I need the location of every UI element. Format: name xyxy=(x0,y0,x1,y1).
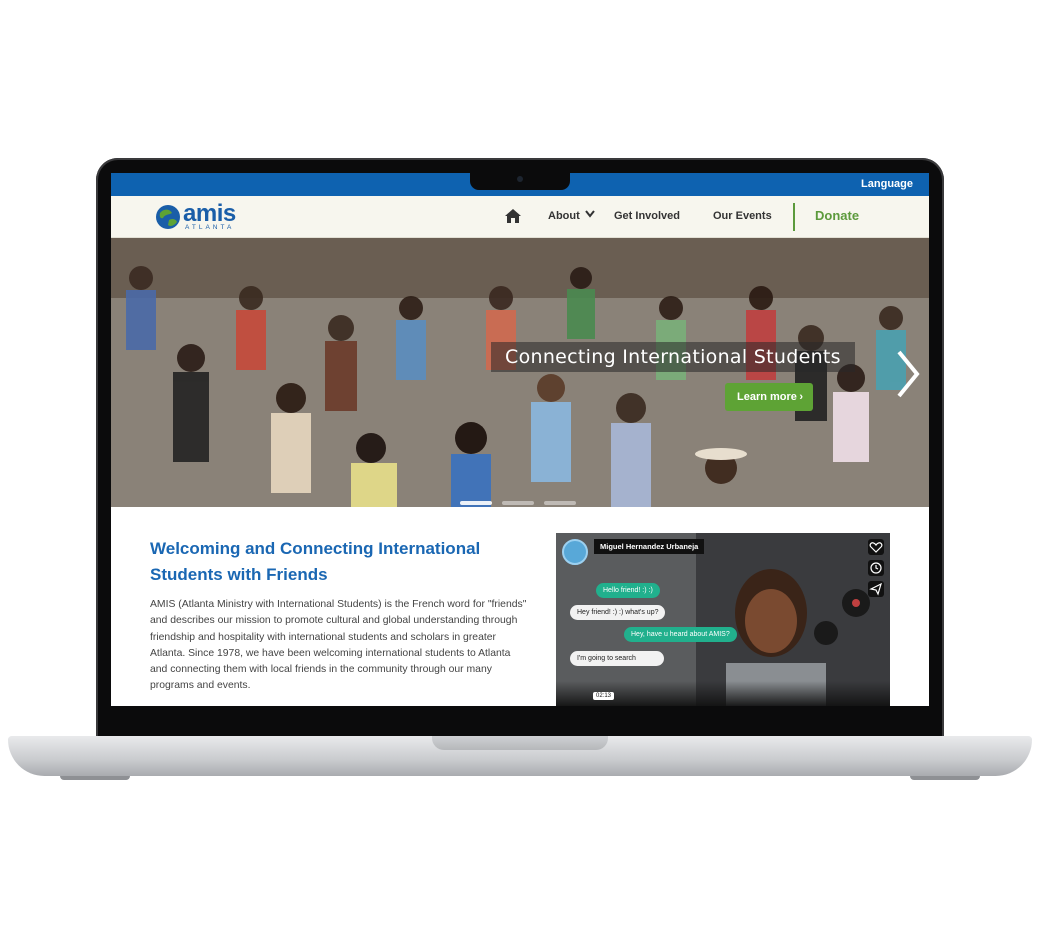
nav-divider xyxy=(793,203,795,231)
amis-logo[interactable]: amis ATLANTA xyxy=(155,202,255,232)
avatar xyxy=(562,539,588,565)
camera-icon xyxy=(517,176,523,182)
laptop-foot xyxy=(60,776,130,780)
chat-bubble: Hello friend! :) :) xyxy=(596,583,660,598)
chevron-down-icon[interactable] xyxy=(585,210,595,218)
home-icon[interactable] xyxy=(505,209,521,223)
nav-donate[interactable]: Donate xyxy=(815,208,859,223)
carousel-next-icon[interactable] xyxy=(895,350,921,398)
chat-bubble: Hey friend! :) :) what's up? xyxy=(570,605,666,620)
laptop-base-notch xyxy=(432,736,608,750)
carousel-dots xyxy=(460,492,586,507)
chat-bubble: I'm going to search xyxy=(570,651,664,666)
video-timestamp: 02:13 xyxy=(593,692,615,700)
nav-get-involved[interactable]: Get Involved xyxy=(614,210,680,222)
heart-icon[interactable] xyxy=(868,539,884,555)
learn-more-label: Learn more xyxy=(737,391,797,403)
laptop-foot xyxy=(910,776,980,780)
video-player[interactable]: Miguel Hernandez Urbaneja Hello friend! … xyxy=(556,533,890,706)
logo-wordmark: amis xyxy=(183,200,236,227)
carousel-dot[interactable] xyxy=(502,501,534,505)
main-navigation: amis ATLANTA About Get Involved Our Even… xyxy=(111,196,929,238)
hero-photo xyxy=(111,238,929,507)
chevron-right-icon: › xyxy=(799,391,803,403)
hero-carousel: Connecting International Students Learn … xyxy=(111,238,929,507)
hero-caption: Connecting International Students xyxy=(491,342,855,372)
nav-our-events[interactable]: Our Events xyxy=(713,210,772,222)
language-selector[interactable]: Language xyxy=(861,178,913,190)
chat-bubble: Hey, have u heard about AMIS? xyxy=(624,627,737,642)
section-body: AMIS (Atlanta Ministry with Internationa… xyxy=(150,599,527,692)
clock-icon[interactable] xyxy=(868,560,884,576)
browser-screen: Language amis ATLANTA About Get Involved… xyxy=(111,173,929,706)
learn-more-button[interactable]: Learn more › xyxy=(725,383,813,411)
nav-about[interactable]: About xyxy=(548,210,580,222)
section-title: Welcoming and Connecting International S… xyxy=(150,539,481,584)
share-icon[interactable] xyxy=(868,581,884,597)
carousel-dot[interactable] xyxy=(460,501,492,505)
carousel-dot[interactable] xyxy=(544,501,576,505)
globe-icon xyxy=(156,205,180,229)
chat-contact-name: Miguel Hernandez Urbaneja xyxy=(594,539,705,554)
logo-subtitle: ATLANTA xyxy=(185,224,235,231)
